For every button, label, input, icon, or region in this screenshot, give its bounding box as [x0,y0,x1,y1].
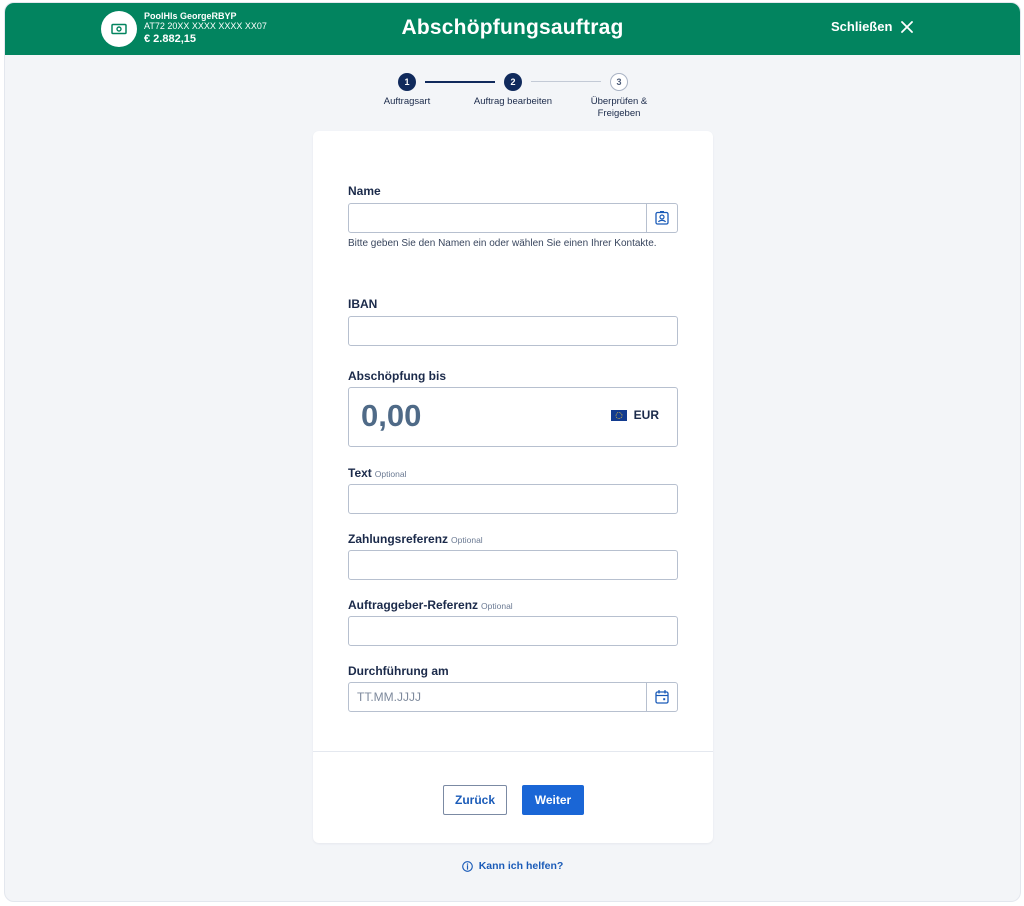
close-label: Schließen [831,19,893,34]
step-1-label: Auftragsart [383,96,431,107]
card-divider [313,751,713,752]
orderer-reference-label: Auftraggeber-Referenz Optional [348,598,513,612]
eu-flag-icon [610,409,627,421]
execution-date-input[interactable] [348,682,647,712]
amount-value: 0,00 [361,398,422,433]
help-label: Kann ich helfen? [478,860,564,872]
amount-input[interactable]: 0,00 EUR [348,387,678,447]
currency-selector: EUR [610,408,659,422]
payment-reference-input[interactable] [348,550,678,580]
execution-date-label: Durchführung am [348,664,449,678]
orderer-reference-input[interactable] [348,616,678,646]
step-2-label: Auftrag bearbeiten [473,96,553,107]
next-button[interactable]: Weiter [522,785,584,815]
step-1-number: 1 [404,77,410,87]
payment-reference-label-text: Zahlungsreferenz [348,532,449,546]
orderer-reference-label-text: Auftraggeber-Referenz [348,598,479,612]
header-bar: PoolHls GeorgeRBYP AT72 20XX XXXX XXXX X… [5,3,1020,55]
payment-reference-label: Zahlungsreferenz Optional [348,532,483,546]
step-3-label: Überprüfen & Freigeben [590,96,648,119]
contacts-button[interactable] [646,203,678,233]
payment-reference-optional-tag: Optional [451,535,483,545]
step-2-indicator: 2 [504,73,522,91]
info-icon [461,860,473,872]
contact-card-icon [655,211,669,225]
app-window: PoolHls GeorgeRBYP AT72 20XX XXXX XXXX X… [4,2,1021,902]
text-input[interactable] [348,484,678,514]
amount-label: Abschöpfung bis [348,369,446,383]
text-optional-tag: Optional [374,469,407,479]
text-label-text: Text [348,466,372,480]
calendar-button[interactable] [646,682,678,712]
order-form-card: Name Bitte geben Sie den Namen ein oder … [313,131,713,843]
back-button[interactable]: Zurück [443,785,507,815]
currency-code: EUR [633,408,659,422]
help-link[interactable]: Kann ich helfen? [461,860,564,872]
step-connector-2 [531,81,601,82]
step-2-number: 2 [510,77,516,87]
calendar-icon [655,690,669,704]
step-connector-1 [425,81,495,83]
step-3-number: 3 [616,77,622,87]
step-3-indicator: 3 [610,73,628,91]
iban-label: IBAN [348,297,378,311]
name-input[interactable] [348,203,647,233]
iban-input[interactable] [348,316,678,346]
step-1-indicator[interactable]: 1 [398,73,416,91]
text-label: Text Optional [348,466,406,480]
orderer-reference-optional-tag: Optional [481,601,513,611]
progress-stepper: 1 Auftragsart 2 Auftrag bearbeiten 3 Übe… [5,73,1020,123]
name-label: Name [348,184,381,198]
close-button[interactable]: Schließen [831,19,914,34]
close-icon [901,20,914,33]
help-link-container: Kann ich helfen? [5,860,1020,875]
name-hint: Bitte geben Sie den Namen ein oder wähle… [348,238,657,249]
